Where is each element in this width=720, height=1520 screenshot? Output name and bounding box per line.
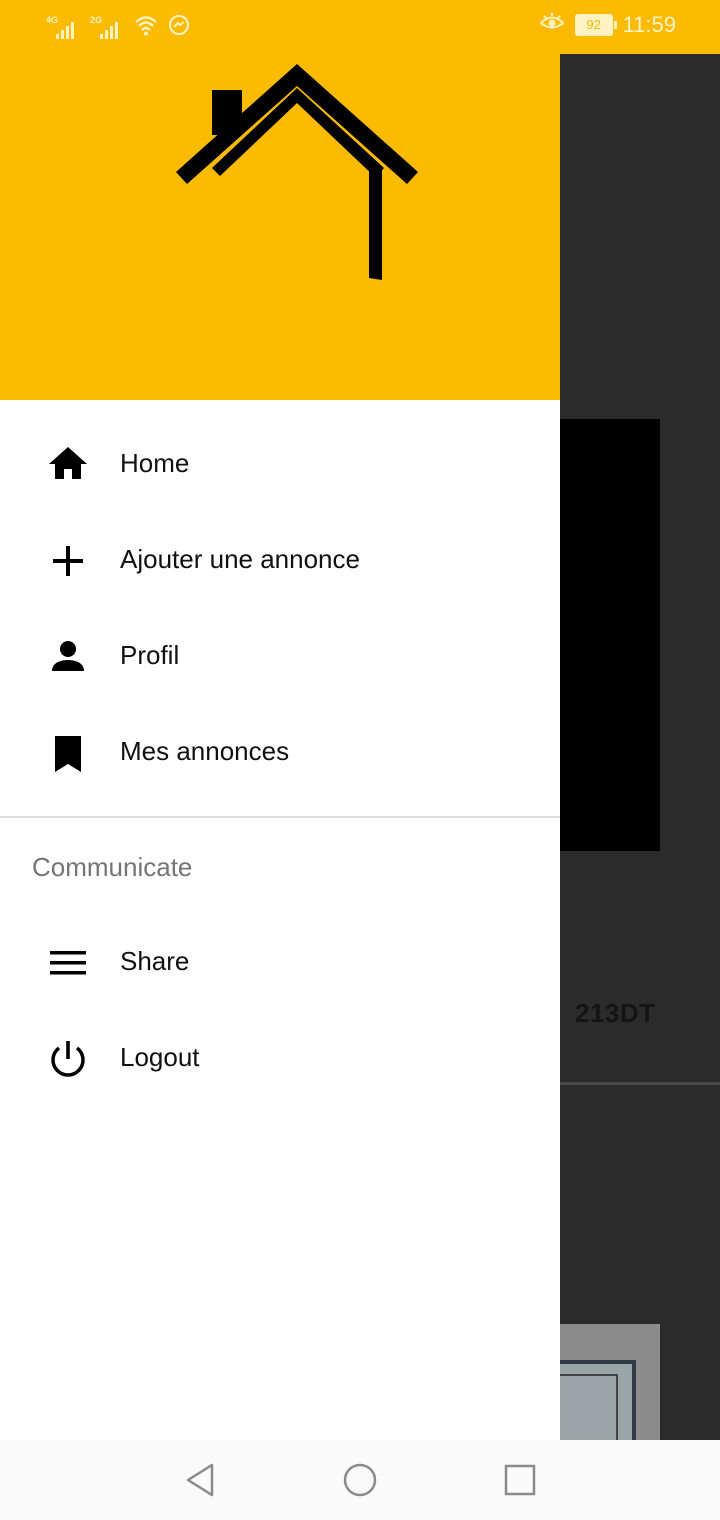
listing-price: 213DT [575,998,656,1028]
drawer-item-home[interactable]: Home [0,417,560,513]
listing-thumbnail[interactable] [560,1324,660,1440]
system-navigation-bar [0,1440,720,1520]
house-logo-icon [176,64,418,280]
wifi-icon [134,14,158,42]
home-circle-icon[interactable] [340,1460,380,1500]
drawer-item-share[interactable]: Share [0,915,560,1011]
drawer-item-add-listing[interactable]: Ajouter une annonce [0,513,560,609]
drawer-item-my-listings[interactable]: Mes annonces [0,705,560,801]
drawer-item-logout[interactable]: Logout [0,1011,560,1107]
cell-signal-icon: 4G [46,15,80,41]
drawer-item-label: Profil [120,640,180,670]
power-icon [51,1041,85,1077]
list-divider [560,1082,720,1085]
drawer-item-label: Ajouter une annonce [120,544,360,574]
navigation-drawer: Home Ajouter une annonce Profil Mes anno… [0,0,560,1440]
bookmark-icon [55,736,81,772]
drawer-header [0,0,560,400]
drawer-item-label: Share [120,946,190,976]
drawer-divider [0,816,560,818]
recents-square-icon[interactable] [500,1460,540,1500]
eye-comfort-icon [539,12,565,38]
plus-icon [53,546,83,576]
status-bar: 4G 2G 92 11:59 [0,0,720,54]
listing-image[interactable] [560,419,660,851]
battery-indicator: 92 [574,14,617,36]
drawer-item-profile[interactable]: Profil [0,609,560,705]
cell-signal-icon: 2G [90,15,124,41]
section-title-communicate: Communicate [32,852,193,882]
drawer-item-label: Home [120,448,190,478]
drawer-item-label: Mes annonces [120,736,290,766]
messenger-icon [168,14,190,42]
drawer-item-label: Logout [120,1042,200,1072]
home-icon [49,447,87,479]
person-icon [52,641,84,671]
menu-icon [50,951,86,975]
back-triangle-icon[interactable] [180,1460,220,1500]
status-time: 11:59 [622,12,676,37]
